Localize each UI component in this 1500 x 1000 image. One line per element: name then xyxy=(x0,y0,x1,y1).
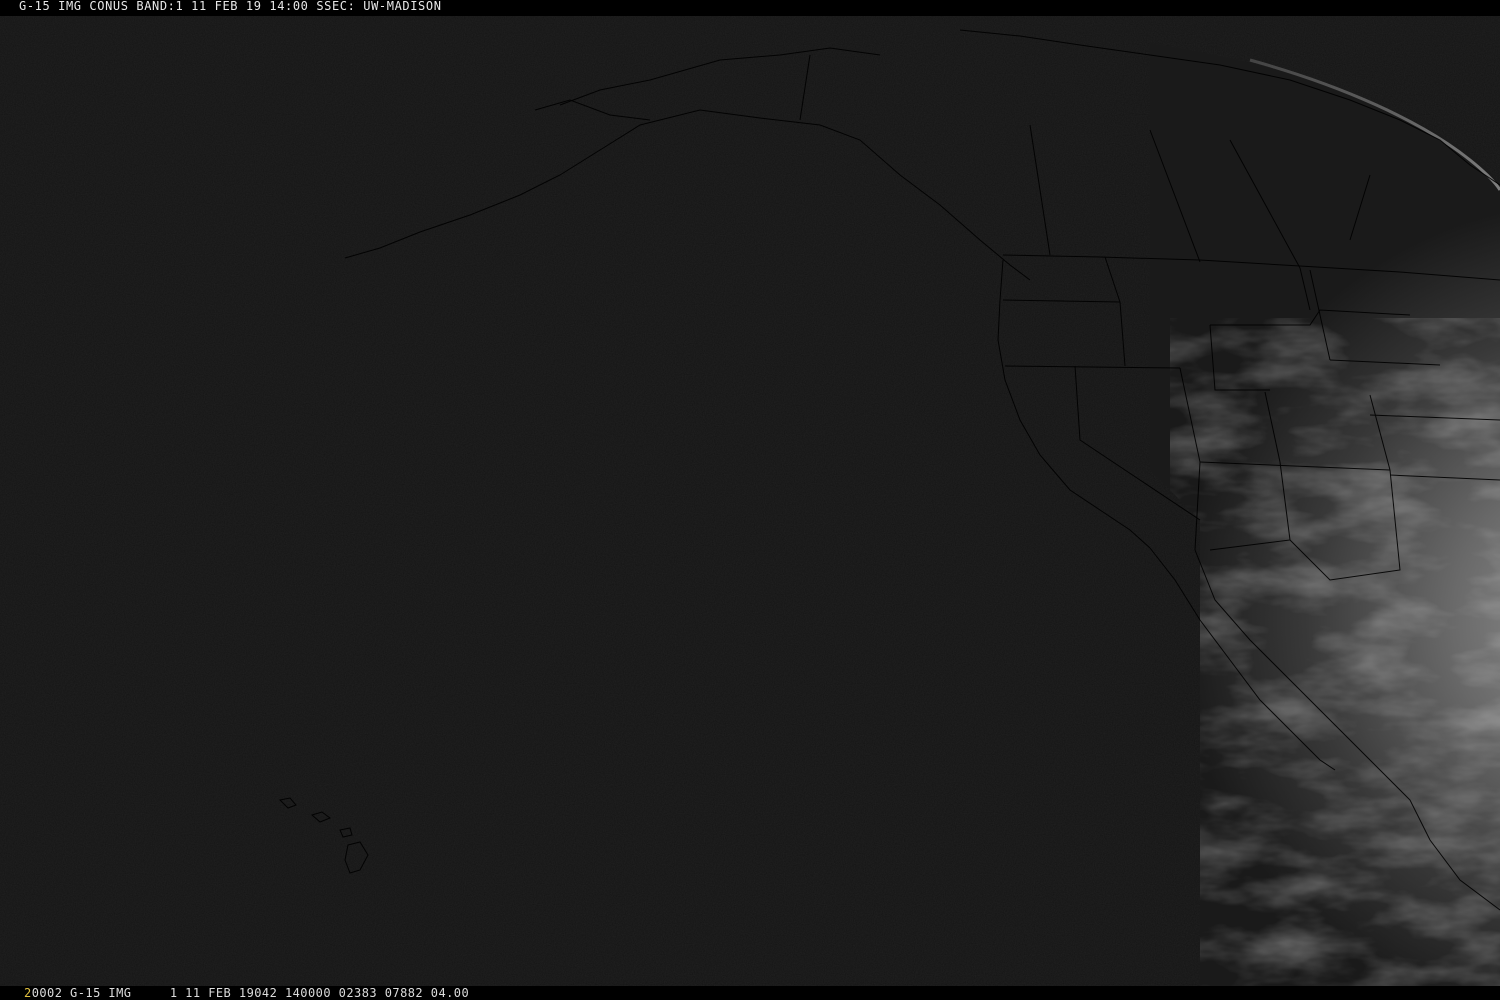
status-line: 20002 G-15 IMG 1 11 FEB 19042 140000 023… xyxy=(24,986,469,1000)
image-caption: G-15 IMG CONUS BAND:1 11 FEB 19 14:00 SS… xyxy=(19,0,442,13)
header-bar: G-15 IMG CONUS BAND:1 11 FEB 19 14:00 SS… xyxy=(0,0,1500,16)
image-metadata: 0002 G-15 IMG 1 11 FEB 19042 140000 0238… xyxy=(31,986,470,1000)
satellite-image-viewer: G-15 IMG CONUS BAND:1 11 FEB 19 14:00 SS… xyxy=(0,0,1500,1000)
sunlit-region xyxy=(1150,28,1500,1000)
frame-number: 2 xyxy=(24,986,32,1000)
status-bar: 20002 G-15 IMG 1 11 FEB 19042 140000 023… xyxy=(0,986,1500,1000)
satellite-image xyxy=(0,0,1500,1000)
